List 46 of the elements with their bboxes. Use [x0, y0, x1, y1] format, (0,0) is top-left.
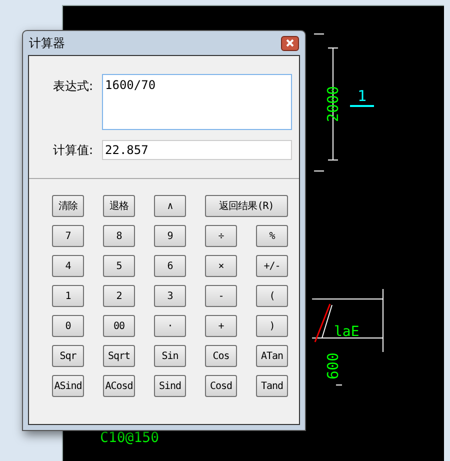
calculator-key[interactable]: 2 — [103, 285, 135, 307]
calculator-key[interactable]: 6 — [154, 255, 186, 277]
calculator-key[interactable]: 3 — [154, 285, 186, 307]
calculator-key[interactable]: - — [205, 285, 237, 307]
calculator-key[interactable]: · — [154, 315, 186, 337]
calculator-key[interactable]: 1 — [52, 285, 84, 307]
expression-field[interactable]: 1600/70 — [102, 74, 292, 130]
result-label: 计算值: — [53, 142, 94, 159]
calculator-key[interactable]: 返回结果(R) — [205, 195, 288, 217]
close-button[interactable] — [281, 36, 299, 50]
calculator-key[interactable]: Cosd — [205, 375, 237, 397]
calculator-key[interactable]: Cos — [205, 345, 237, 367]
calculator-key[interactable]: Sind — [154, 375, 186, 397]
calculator-key[interactable]: ) — [256, 315, 288, 337]
calculator-key[interactable]: + — [205, 315, 237, 337]
calculator-key[interactable]: Sin — [154, 345, 186, 367]
calculator-key[interactable]: 5 — [103, 255, 135, 277]
calculator-key[interactable]: % — [256, 225, 288, 247]
calculator-key[interactable]: 退格 — [103, 195, 135, 217]
window-title: 计算器 — [29, 35, 65, 52]
calculator-key[interactable]: 9 — [154, 225, 186, 247]
drawing-text: C10@150 — [100, 430, 160, 446]
calculator-key[interactable]: 清除 — [52, 195, 84, 217]
close-icon — [286, 39, 294, 47]
calculator-key[interactable]: ÷ — [205, 225, 237, 247]
dimension-text: 2000 — [324, 86, 342, 122]
calculator-key[interactable]: 7 — [52, 225, 84, 247]
calculator-key[interactable]: Sqr — [52, 345, 84, 367]
calculator-key[interactable]: Sqrt — [103, 345, 135, 367]
calculator-key[interactable]: 0 — [52, 315, 84, 337]
calculator-key[interactable]: ACosd — [103, 375, 135, 397]
calculator-key[interactable]: Tand — [256, 375, 288, 397]
calculator-key[interactable]: 00 — [103, 315, 135, 337]
calculator-key[interactable]: ∧ — [154, 195, 186, 217]
calculator-key[interactable]: ATan — [256, 345, 288, 367]
expression-label: 表达式: — [53, 78, 94, 95]
dimension-text: 600 — [324, 352, 342, 380]
result-field[interactable]: 22.857 — [102, 140, 292, 160]
calculator-key[interactable]: ASind — [52, 375, 84, 397]
calculator-key[interactable]: 8 — [103, 225, 135, 247]
section-label: 1 — [350, 87, 374, 107]
calculator-key[interactable]: × — [205, 255, 237, 277]
calculator-key[interactable]: 4 — [52, 255, 84, 277]
calculator-key[interactable]: ( — [256, 285, 288, 307]
calculator-key[interactable]: +/- — [256, 255, 288, 277]
drawing-text: laE — [334, 324, 360, 340]
